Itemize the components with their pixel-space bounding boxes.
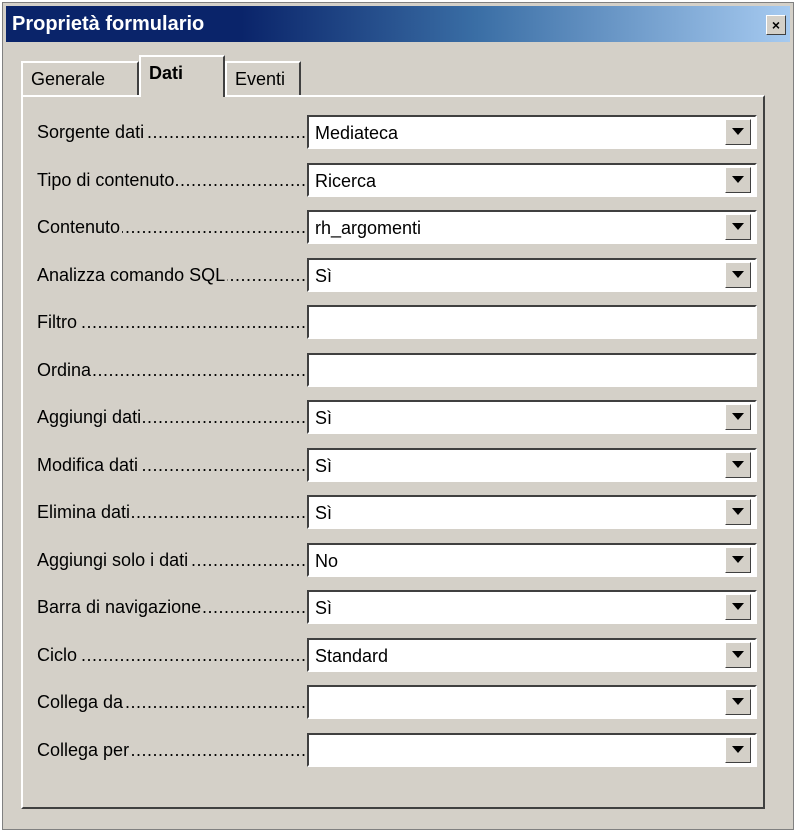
chevron-down-icon xyxy=(732,603,744,610)
property-value: rh_argomenti xyxy=(315,218,422,238)
property-label: ........................................… xyxy=(37,355,307,385)
property-value: No xyxy=(315,550,339,571)
property-label-text: Aggiungi dati xyxy=(37,407,144,427)
property-row: ........................................… xyxy=(37,489,757,529)
property-label: ........................................… xyxy=(37,545,307,575)
property-dropdown[interactable]: Sì xyxy=(307,590,757,624)
property-label-text: Contenuto xyxy=(37,217,123,237)
property-label: ........................................… xyxy=(37,735,307,765)
property-dropdown[interactable]: rh_argomenti xyxy=(307,210,757,244)
dropdown-button[interactable] xyxy=(725,546,751,573)
property-row: ........................................… xyxy=(37,394,757,434)
chevron-down-icon xyxy=(732,270,744,278)
property-row: ........................................… xyxy=(37,299,757,339)
property-label-text: Elimina dati xyxy=(37,502,133,522)
property-dropdown[interactable]: Mediateca xyxy=(307,115,757,149)
property-label: ........................................… xyxy=(37,117,307,147)
dati-panel: ........................................… xyxy=(21,95,765,809)
tab-eventi[interactable]: Eventi xyxy=(225,61,301,95)
property-label: ........................................… xyxy=(37,450,307,480)
property-row: ........................................… xyxy=(37,727,757,767)
chevron-down-icon xyxy=(732,698,744,705)
property-value: Sì xyxy=(315,265,333,286)
chevron-down-icon xyxy=(732,460,744,468)
chevron-down-icon xyxy=(732,413,744,420)
dropdown-button[interactable] xyxy=(725,451,751,478)
close-button[interactable]: × xyxy=(766,15,786,35)
chevron-down-icon xyxy=(732,555,744,563)
chevron-down-icon xyxy=(732,128,744,135)
dropdown-button[interactable] xyxy=(725,499,751,525)
property-dropdown[interactable] xyxy=(307,732,757,767)
window-title: Proprietà formulario xyxy=(12,13,205,35)
dropdown-button[interactable] xyxy=(725,214,751,240)
property-row: ........................................… xyxy=(37,347,757,387)
dropdown-button[interactable] xyxy=(725,641,751,668)
property-value: Standard xyxy=(315,645,389,666)
property-label-text: Barra di navigazione xyxy=(37,597,204,617)
property-label: ........................................… xyxy=(37,592,307,622)
property-row: ........................................… xyxy=(37,109,757,149)
property-row: ........................................… xyxy=(37,679,757,719)
chevron-down-icon xyxy=(732,223,744,230)
property-label-text: Collega da xyxy=(37,692,126,712)
property-dropdown[interactable]: Sì xyxy=(307,495,757,529)
dropdown-button[interactable] xyxy=(725,689,751,715)
property-label: ........................................… xyxy=(37,497,307,527)
tab-generale[interactable]: Generale xyxy=(21,61,139,95)
property-value: Sì xyxy=(315,598,333,618)
property-dropdown[interactable]: Sì xyxy=(307,400,757,434)
property-label-text: Sorgente dati xyxy=(37,122,147,142)
chevron-down-icon xyxy=(732,175,744,183)
property-value: Sì xyxy=(315,408,333,428)
property-label: ........................................… xyxy=(37,640,307,670)
property-label-text: Aggiungi solo i dati xyxy=(37,549,191,570)
property-label: ........................................… xyxy=(37,402,307,432)
form-properties-dialog: Proprietà formulario × Generale Dati Eve… xyxy=(2,2,794,830)
property-row: ........................................… xyxy=(37,584,757,624)
property-row: ........................................… xyxy=(37,632,757,672)
property-text-field[interactable] xyxy=(307,352,757,387)
property-dropdown[interactable]: Standard xyxy=(307,637,757,672)
property-label-text: Ordina xyxy=(37,359,94,380)
dropdown-button[interactable] xyxy=(725,261,751,288)
property-label-text: Modifica dati xyxy=(37,454,141,475)
dropdown-button[interactable] xyxy=(725,736,751,763)
chevron-down-icon xyxy=(732,508,744,515)
property-label-text: Collega per xyxy=(37,739,132,760)
dropdown-button[interactable] xyxy=(725,166,751,193)
chevron-down-icon xyxy=(732,650,744,658)
property-label-text: Analizza comando SQL xyxy=(37,264,228,285)
property-dropdown[interactable]: No xyxy=(307,542,757,577)
property-row: ........................................… xyxy=(37,157,757,197)
property-label-text: Filtro xyxy=(37,312,79,332)
property-label: ........................................… xyxy=(37,687,307,717)
property-row: ........................................… xyxy=(37,204,757,244)
property-value: Mediateca xyxy=(315,123,399,143)
property-row: ........................................… xyxy=(37,252,757,292)
title-bar[interactable]: Proprietà formulario × xyxy=(6,6,790,42)
chevron-down-icon xyxy=(732,745,744,753)
dropdown-button[interactable] xyxy=(725,404,751,430)
tab-dati[interactable]: Dati xyxy=(139,55,225,97)
property-label: ........................................… xyxy=(37,307,307,337)
property-row: ........................................… xyxy=(37,442,757,482)
property-label: ........................................… xyxy=(37,165,307,195)
property-label-text: Tipo di contenuto xyxy=(37,169,177,190)
close-icon: × xyxy=(771,17,781,33)
dropdown-button[interactable] xyxy=(725,119,751,145)
property-dropdown[interactable]: Sì xyxy=(307,447,757,482)
property-dropdown[interactable]: Ricerca xyxy=(307,162,757,197)
property-label: ........................................… xyxy=(37,260,307,290)
property-value: Sì xyxy=(315,503,333,523)
property-text-field[interactable] xyxy=(307,305,757,339)
property-dropdown[interactable]: Sì xyxy=(307,257,757,292)
property-row: ........................................… xyxy=(37,537,757,577)
property-label-text: Ciclo xyxy=(37,644,80,665)
dropdown-button[interactable] xyxy=(725,594,751,620)
property-label: ........................................… xyxy=(37,212,307,242)
property-dropdown[interactable] xyxy=(307,685,757,719)
property-value: Sì xyxy=(315,455,333,476)
property-value: Ricerca xyxy=(315,170,377,191)
